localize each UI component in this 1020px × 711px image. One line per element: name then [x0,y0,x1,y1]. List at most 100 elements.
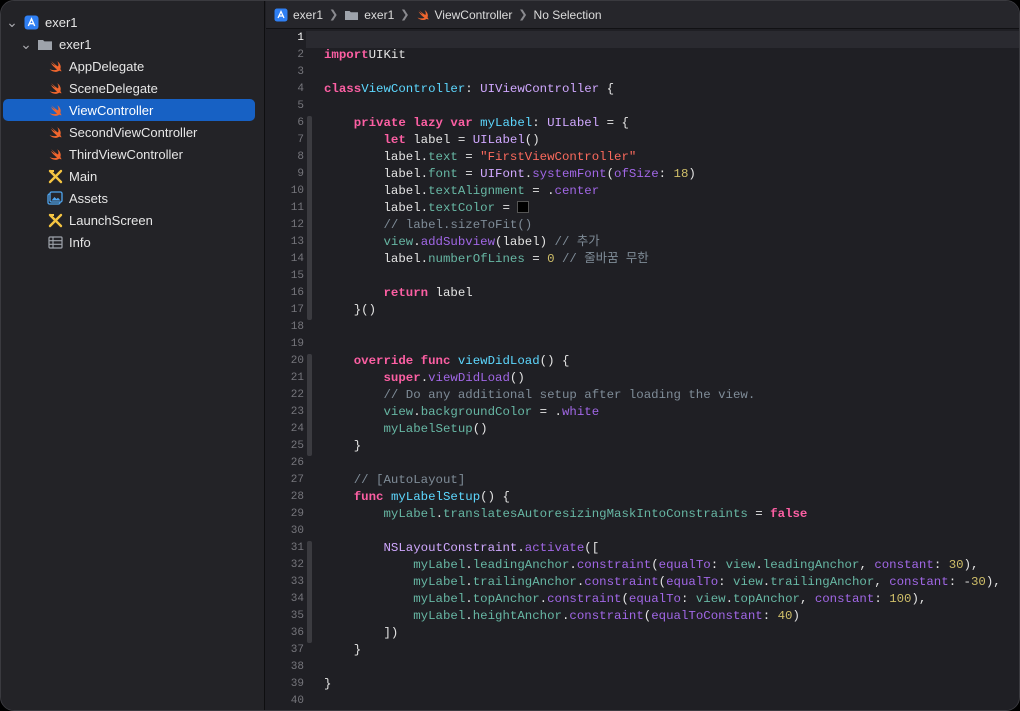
line-number: 1 [297,32,304,44]
line-number: 34 [290,593,304,605]
code-line[interactable] [324,455,1001,472]
sidebar-item-assets[interactable]: Assets [1,187,265,209]
code-line[interactable]: // [AutoLayout] [324,472,1001,489]
sidebar-item-launchscreen[interactable]: LaunchScreen [1,209,265,231]
code-line[interactable] [324,268,1001,285]
code-line[interactable] [324,336,1001,353]
code-token: ), [911,592,927,606]
jumpbar-group[interactable]: exer1 [344,8,394,22]
code-line[interactable]: myLabel.heightAnchor.constraint(equalToC… [324,608,1001,625]
code-line[interactable]: label.textColor = [324,200,1001,217]
code-token: private lazy var [353,116,473,130]
sidebar-item-main[interactable]: Main [1,165,265,187]
code-token: . [725,592,734,606]
sidebar-item-secondviewcontroller[interactable]: SecondViewController [1,121,265,143]
code-token: topAnchor [733,592,800,606]
code-line[interactable]: myLabel.topAnchor.constraint(equalTo: vi… [324,591,1001,608]
jumpbar-selection[interactable]: No Selection [534,8,602,22]
code-area[interactable]: 1 2 3 4 5 6 7 8 9 10 11 12 13 14 15 16 17 18 19 20 21 22 23 24 2… [266,30,1019,710]
chevron-down-icon[interactable]: ⌄ [5,15,19,29]
storyboard-icon [47,212,63,228]
project-icon [274,8,288,22]
code-token: equalToConstant [651,609,763,623]
line-number: 18 [290,321,304,333]
code-line[interactable]: label.numberOfLines = 0 // 줄바꿈 무한 [324,251,1001,268]
line-number: 19 [290,338,304,350]
code-line[interactable]: classViewController: UIViewController { [324,81,1001,98]
line-number: 13 [290,236,304,248]
code-token: 30 [971,575,986,589]
sidebar-item-viewcontroller[interactable]: ViewController [3,99,255,121]
code-line[interactable] [324,319,1001,336]
code-line[interactable]: // label.sizeToFit() [324,217,1001,234]
code-line[interactable]: super.viewDidLoad() [324,370,1001,387]
sidebar-item-thirdviewcontroller[interactable]: ThirdViewController [1,143,265,165]
sidebar-item-appdelegate[interactable]: AppDelegate [1,55,265,77]
code-token: equalTo [658,558,711,572]
chevron-right-icon: ❯ [329,9,339,21]
sidebar-item-info[interactable]: Info [1,231,265,253]
code-token: 18 [673,167,689,181]
chevron-down-icon[interactable]: ⌄ [19,37,33,51]
code-line[interactable]: func myLabelSetup() { [324,489,1001,506]
code-line[interactable] [324,659,1001,676]
line-number: 12 [290,219,304,231]
jumpbar-file[interactable]: ViewController [416,8,512,22]
code-line[interactable] [324,64,1001,81]
line-number: 27 [290,474,304,486]
code-line[interactable]: } [324,676,1001,693]
code-token: ), [963,558,979,572]
code-token: . [465,592,473,606]
code-line[interactable]: label.font = UIFont.systemFont(ofSize: 1… [324,166,1001,183]
code-line[interactable]: return label [324,285,1001,302]
code-line[interactable]: myLabel.translatesAutoresizingMaskIntoCo… [324,506,1001,523]
sidebar-item-exer1[interactable]: ⌄ exer1 [1,11,265,33]
code-token: view [383,405,414,419]
code-line[interactable]: label.text = "FirstViewController" [324,149,1001,166]
code-line[interactable]: } [324,642,1001,659]
code-line[interactable]: private lazy var myLabel: UILabel = { [324,115,1001,132]
code-line[interactable]: // Do any additional setup after loading… [324,387,1001,404]
line-number: 24 [290,423,304,435]
code-line[interactable] [324,30,1001,47]
code-line[interactable] [324,98,1001,115]
code-line[interactable]: label.textAlignment = .center [324,183,1001,200]
code-token: label. [324,184,429,198]
code-line[interactable]: importUIKit [324,47,1001,64]
code-line[interactable]: }() [324,302,1001,319]
code-line[interactable]: let label = UILabel() [324,132,1001,149]
jumpbar-project-label: exer1 [293,7,324,22]
line-number: 2 [297,49,304,61]
code-token: viewDidLoad [428,371,510,385]
code-line[interactable]: NSLayoutConstraint.activate([ [324,540,1001,557]
line-number: 8 [297,151,304,163]
code-token: ) [688,167,696,181]
code-token: backgroundColor [420,405,533,419]
code-token: override func [353,354,451,368]
code-line[interactable] [324,693,1001,710]
jumpbar-project[interactable]: exer1 [274,8,323,22]
code-line[interactable]: myLabel.leadingAnchor.constraint(equalTo… [324,557,1001,574]
code-line[interactable]: ]) [324,625,1001,642]
code-fold-ribbon[interactable] [307,354,312,456]
code-line[interactable]: override func viewDidLoad() { [324,353,1001,370]
code-line[interactable]: myLabel.trailingAnchor.constraint(equalT… [324,574,1001,591]
code-line[interactable]: view.backgroundColor = .white [324,404,1001,421]
code-token: () { [539,354,570,368]
sidebar-item-scenedelegate[interactable]: SceneDelegate [1,77,265,99]
code-token: ([ [584,541,600,555]
sidebar-item-exer1[interactable]: ⌄ exer1 [1,33,265,55]
code-line[interactable]: view.addSubview(label) // 추가 [324,234,1001,251]
code-fold-ribbon[interactable] [307,116,312,320]
code-line[interactable] [324,523,1001,540]
line-number-gutter: 1 2 3 4 5 6 7 8 9 10 11 12 13 14 15 16 17 18 19 20 21 22 23 24 2… [266,30,304,710]
code-fold-ribbon[interactable] [307,541,312,643]
code-line[interactable]: } [324,438,1001,455]
code-token: // 줄바꿈 무한 [561,252,649,266]
color-swatch[interactable] [517,201,530,213]
code-line[interactable]: myLabelSetup() [324,421,1001,438]
